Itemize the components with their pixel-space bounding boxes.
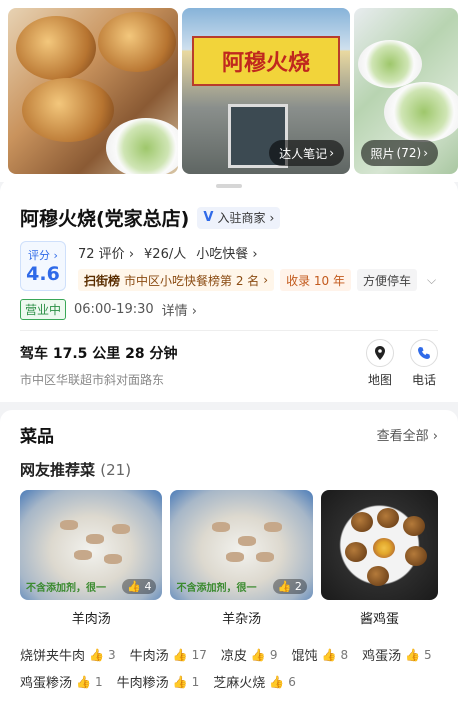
gallery-photo-food[interactable] [8, 8, 178, 174]
dish-chip[interactable]: 牛肉糁汤 👍 1 [117, 672, 200, 692]
dish-card[interactable]: 不含添加剂，很一 👍 4 羊肉汤 [20, 490, 163, 627]
chevron-right-icon: › [329, 146, 334, 160]
divider [20, 330, 438, 331]
image-caption: 不含添加剂，很一 [26, 583, 106, 594]
bowl-illustration [358, 40, 422, 88]
price-per-person: ¥26/人 [144, 246, 187, 262]
dish-image [320, 490, 438, 600]
thumbs-up-icon: 👍 [89, 647, 104, 662]
image-caption: 不含添加剂，很一 [176, 583, 257, 594]
address[interactable]: 市中区华联超市斜对面路东 [20, 371, 178, 388]
shop-sign: 阿穆火烧 [192, 36, 340, 86]
bowl-illustration [384, 82, 458, 142]
recommended-title: 网友推荐菜 (21) [20, 461, 132, 479]
dish-chip[interactable]: 凉皮 👍 9 [221, 645, 278, 665]
thumbs-up-icon: 👍 [321, 647, 337, 662]
thumbs-up-icon: 👍 [172, 647, 188, 662]
chevron-down-icon[interactable]: ⌵ [427, 273, 436, 288]
chevron-right-icon: › [263, 273, 269, 287]
phone-icon [410, 339, 438, 367]
dish-name: 酱鸡蛋 [359, 612, 399, 627]
years-tag: 收录 10 年 [280, 269, 351, 291]
dish-chip[interactable]: 牛肉汤 👍 17 [130, 645, 207, 665]
phone-button[interactable]: 电话 [410, 339, 438, 388]
thumbs-up-icon: 👍 [250, 647, 266, 662]
dish-chip[interactable]: 芝麻火烧 👍 6 [213, 672, 296, 692]
shop-name: 阿穆火烧(党家总店) [20, 208, 190, 230]
chevron-right-icon: › [269, 210, 275, 225]
thumbs-up-icon: 👍 [269, 674, 285, 689]
expert-notes-label: 达人笔记 [279, 146, 328, 161]
like-count: 👍 4 [122, 579, 157, 594]
dish-image: 不含添加剂，很一 👍 4 [20, 490, 163, 600]
phone-label: 电话 [411, 373, 436, 387]
view-all-link[interactable]: 查看全部 › [377, 425, 438, 444]
like-count: 👍 2 [272, 579, 307, 594]
ranking-icon: 扫街榜 [84, 273, 121, 288]
map-pin-icon [366, 339, 394, 367]
photos-label: 照片 [370, 146, 395, 161]
photos-count: (72) [396, 146, 422, 160]
bowl-illustration [106, 118, 178, 174]
details-link[interactable]: 详情 › [162, 300, 197, 319]
gallery-photo-soup[interactable]: 照片 (72) › [354, 8, 458, 174]
verified-icon: V [203, 210, 214, 225]
gallery-photo-storefront[interactable]: 阿穆火烧 达人笔记 › [182, 8, 350, 174]
merchant-badge[interactable]: V 入驻商家 › [197, 206, 281, 229]
dish-chip[interactable]: 鸡蛋汤 👍 5 [362, 645, 432, 665]
bun-illustration [16, 16, 96, 80]
dish-card[interactable]: 酱鸡蛋 [320, 490, 438, 627]
ranking-text: 市中区小吃快餐榜第 2 名 [124, 273, 260, 288]
review-count-link[interactable]: 72 评价 › [78, 243, 134, 262]
dish-card[interactable]: 不含添加剂，很一 👍 2 羊杂汤 [170, 490, 313, 627]
dish-chip[interactable]: 鸡蛋糁汤 👍 1 [20, 672, 103, 692]
score-value: 4.6 [26, 263, 60, 285]
parking-tag: 方便停车 [357, 269, 418, 291]
chevron-right-icon: › [423, 146, 428, 160]
expert-notes-chip[interactable]: 达人笔记 › [269, 140, 344, 166]
dish-name: 羊杂汤 [222, 612, 262, 627]
photo-gallery: 阿穆火烧 达人笔记 › 照片 (72) › [0, 0, 458, 182]
dish-name: 羊肉汤 [71, 612, 111, 627]
status-badge: 营业中 [20, 299, 67, 320]
thumbs-up-icon: 👍 [172, 674, 188, 689]
score-box[interactable]: 评分 › 4.6 [20, 241, 66, 291]
bun-illustration [22, 78, 114, 142]
menu-section: 菜品 查看全部 › 网友推荐菜 (21) 不含添加剂，很一 👍 4 羊肉汤 不含… [0, 410, 458, 718]
score-label: 评分 › [28, 249, 58, 262]
shop-info-card: 阿穆火烧(党家总店) V 入驻商家 › 评分 › 4.6 72 评价 › ¥26… [0, 178, 458, 402]
map-label: 地图 [367, 373, 392, 387]
ranking-tag[interactable]: 扫街榜 市中区小吃快餐榜第 2 名 › [78, 269, 275, 291]
map-button[interactable]: 地图 [366, 339, 394, 388]
thumbs-up-icon: 👍 [405, 647, 421, 662]
category-link[interactable]: 小吃快餐 › [196, 243, 257, 262]
menu-title: 菜品 [20, 427, 54, 447]
drive-info: 驾车 17.5 公里 28 分钟 [20, 346, 178, 362]
photos-chip[interactable]: 照片 (72) › [360, 140, 438, 166]
business-hours: 06:00-19:30 [74, 302, 154, 317]
dish-chip[interactable]: 烧饼夹牛肉 👍 3 [20, 645, 116, 665]
thumbs-up-icon: 👍 [76, 674, 91, 689]
dish-chip[interactable]: 馄饨 👍 8 [291, 645, 348, 665]
dish-image: 不含添加剂，很一 👍 2 [170, 490, 313, 600]
dish-chip-list: 烧饼夹牛肉 👍 3 牛肉汤 👍 17 凉皮 👍 9 馄饨 👍 8 鸡蛋汤 👍 5 鸡蛋糁汤 👍 1 牛肉… [20, 645, 438, 692]
bun-illustration [98, 12, 176, 72]
drag-handle[interactable] [216, 184, 242, 188]
merchant-label: 入驻商家 [217, 211, 266, 225]
